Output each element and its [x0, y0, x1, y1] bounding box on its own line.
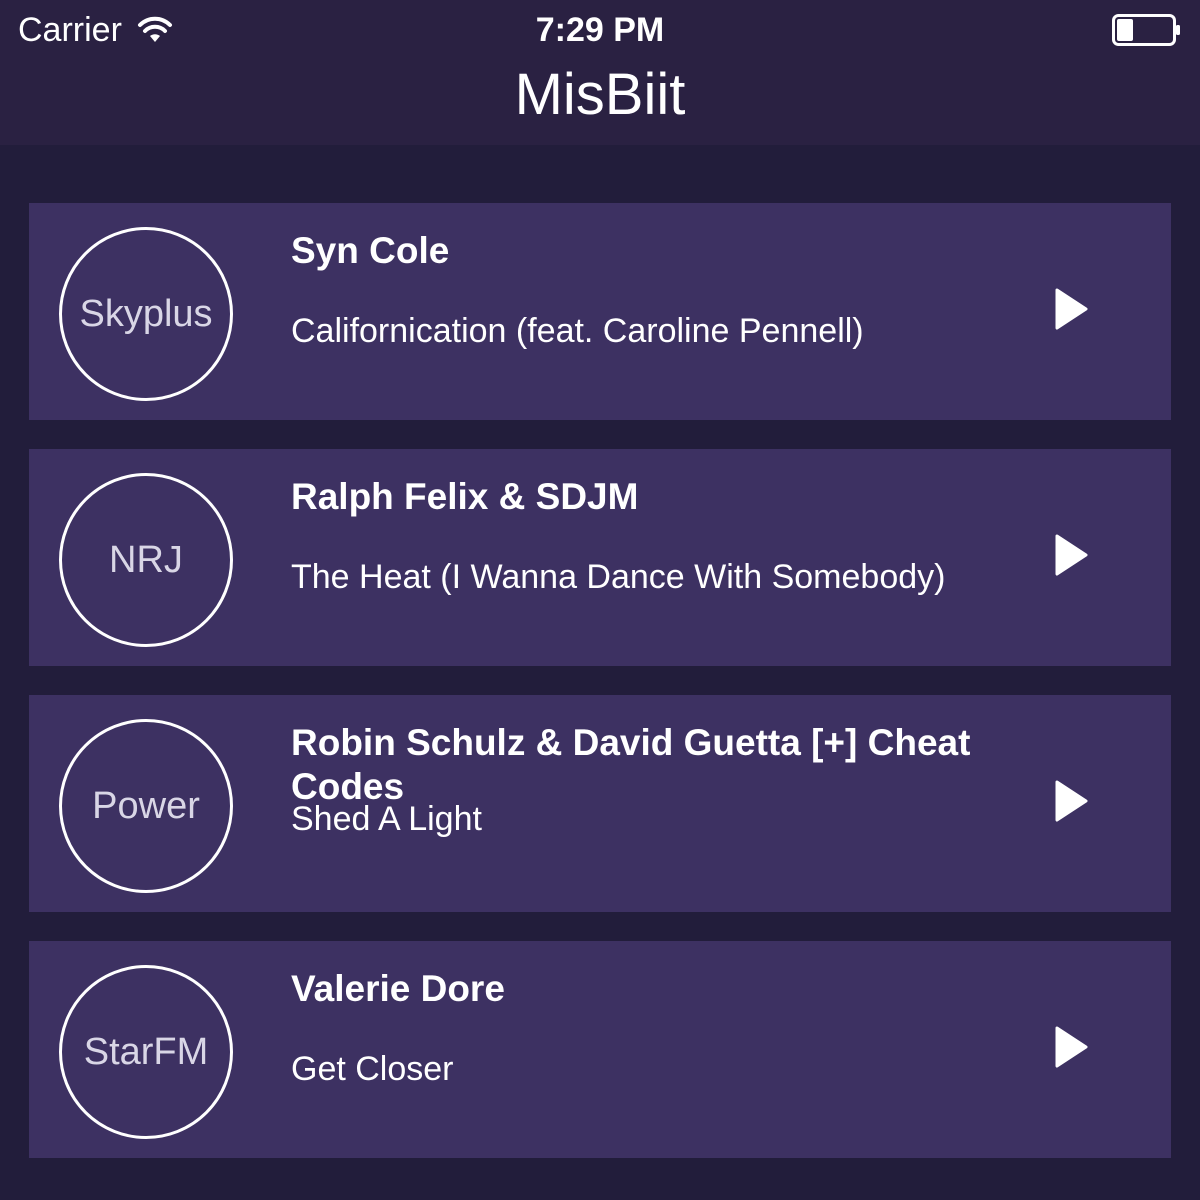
play-icon[interactable] [1053, 779, 1089, 823]
station-logo: Skyplus [59, 227, 233, 401]
play-icon[interactable] [1053, 533, 1089, 577]
track-title: The Heat (I Wanna Dance With Somebody) [291, 558, 946, 596]
app-title: MisBiit [514, 62, 686, 127]
station-card-power[interactable]: Power Robin Schulz & David Guetta [+] Ch… [29, 695, 1171, 912]
track-artist: Syn Cole [291, 230, 450, 271]
track-artist: Ralph Felix & SDJM [291, 476, 639, 517]
play-icon[interactable] [1053, 287, 1089, 331]
station-card-nrj[interactable]: NRJ Ralph Felix & SDJM The Heat (I Wanna… [29, 449, 1171, 666]
battery-icon [1112, 14, 1180, 46]
track-title: Californication (feat. Caroline Pennell) [291, 312, 864, 350]
header: Carrier 7:29 PM MisBiit [0, 0, 1200, 145]
track-artist: Robin Schulz & David Guetta [+] Cheat Co… [291, 722, 971, 807]
track-title: Get Closer [291, 1050, 454, 1088]
play-icon[interactable] [1053, 1025, 1089, 1069]
track-artist: Valerie Dore [291, 968, 505, 1009]
station-card-skyplus[interactable]: Skyplus Syn Cole Californication (feat. … [29, 203, 1171, 420]
station-card-starfm[interactable]: StarFM Valerie Dore Get Closer [29, 941, 1171, 1158]
track-title: Shed A Light [291, 800, 482, 838]
station-logo: NRJ [59, 473, 233, 647]
station-logo: StarFM [59, 965, 233, 1139]
station-logo: Power [59, 719, 233, 893]
station-list: Skyplus Syn Cole Californication (feat. … [29, 203, 1171, 1187]
status-time: 7:29 PM [535, 11, 665, 49]
